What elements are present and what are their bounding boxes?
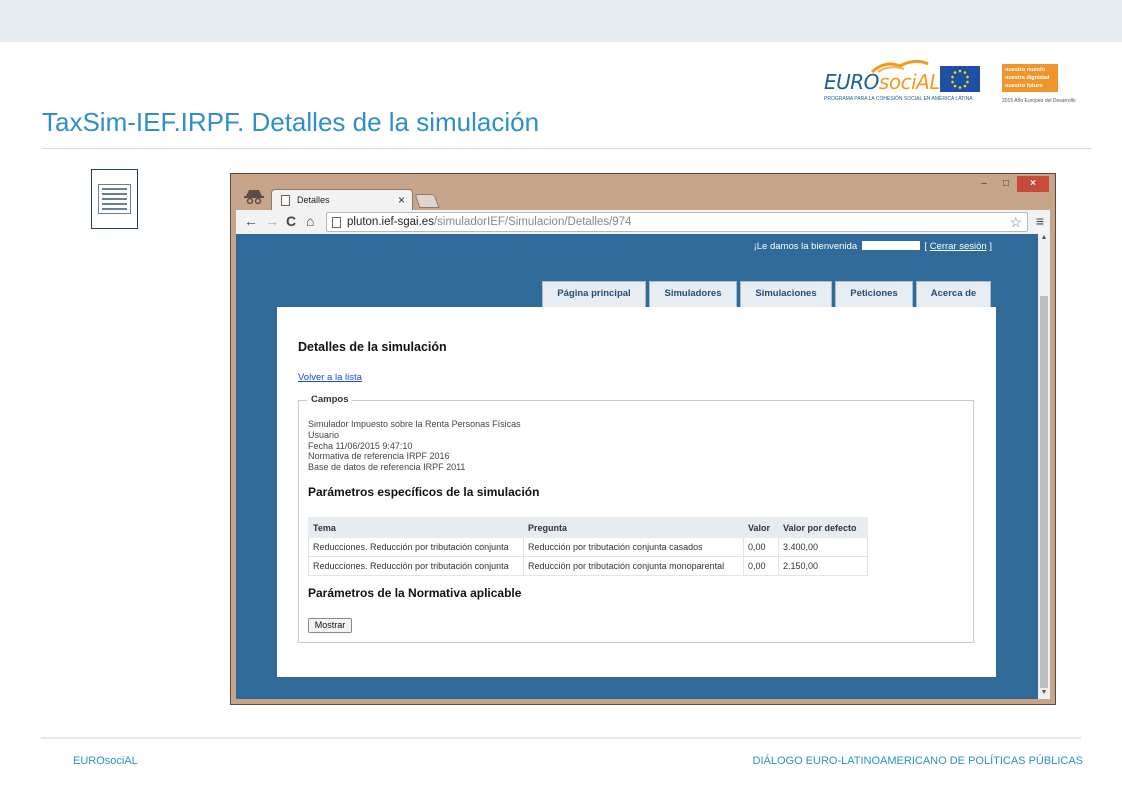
field-user: Usuario — [308, 429, 340, 440]
development-year-badge: nuestro mundo nuestra dignidad nuestro f… — [1002, 64, 1058, 92]
menu-tab-peticiones[interactable]: Peticiones — [835, 281, 913, 307]
address-bar[interactable]: pluton.ief-sgai.es/simuladorIEF/Simulaci… — [326, 212, 1028, 232]
scroll-thumb[interactable] — [1040, 296, 1048, 688]
cell-valor-defecto: 3.400,00 — [778, 537, 868, 557]
eu-flag-icon — [940, 66, 980, 92]
cell-valor: 0,00 — [743, 556, 779, 576]
new-tab-button[interactable] — [414, 194, 440, 208]
browser-toolbar: ← → C ⌂ pluton.ief-sgai.es/simuladorIEF/… — [236, 210, 1050, 234]
table-header-row: Tema Pregunta Valor Valor por defecto — [308, 517, 868, 538]
field-list: Simulador Impuesto sobre la Renta Person… — [308, 419, 521, 473]
cell-pregunta: Reducción por tributación conjunta casad… — [523, 537, 744, 557]
redacted-username — [861, 241, 920, 250]
cell-valor-defecto: 2.150,00 — [778, 556, 868, 576]
page-icon — [281, 195, 290, 206]
logo-area: EUROsociAL PROGRAMA PARA LA COHESIÓN SOC… — [820, 56, 1082, 108]
minimize-button[interactable]: – — [973, 176, 995, 192]
slide-top-bar — [0, 0, 1122, 42]
table-row: Reducciones. Reducción por tributación c… — [308, 537, 868, 557]
scroll-down-icon[interactable]: ▼ — [1038, 689, 1050, 699]
incognito-icon — [244, 190, 264, 204]
forward-arrow-icon[interactable]: → — [265, 213, 279, 229]
menu-tab-acerca-de[interactable]: Acerca de — [916, 281, 991, 307]
close-window-button[interactable]: × — [1017, 176, 1049, 192]
eurosocial-tagline: PROGRAMA PARA LA COHESIÓN SOCIAL EN AMÉR… — [824, 96, 973, 102]
cell-tema: Reducciones. Reducción por tributación c… — [308, 556, 524, 576]
badge-caption: 2015 Año Europeo del Desarrollo — [1002, 98, 1076, 104]
url-text: pluton.ief-sgai.es/simuladorIEF/Simulaci… — [347, 216, 632, 228]
eurosocial-wordmark: EUROsociAL — [824, 70, 940, 94]
menu-tab-simuladores[interactable]: Simuladores — [649, 281, 737, 307]
field-database: Base de datos de referencia IRPF 2011 — [308, 462, 466, 473]
badge-line: nuestro mundo — [1005, 67, 1046, 73]
col-valor: Valor — [743, 517, 779, 538]
site-menu: Página principal Simuladores Simulacione… — [542, 281, 991, 307]
menu-tab-pagina-principal[interactable]: Página principal — [542, 281, 646, 307]
cell-valor: 0,00 — [743, 537, 779, 557]
reload-icon[interactable]: C — [286, 213, 296, 229]
back-arrow-icon[interactable]: ← — [244, 213, 258, 229]
badge-line: nuestra dignidad — [1005, 75, 1050, 81]
params-table: Tema Pregunta Valor Valor por defecto Re… — [308, 517, 868, 576]
page-title: TaxSim-IEF.IRPF. Detalles de la simulaci… — [42, 107, 540, 137]
field-normativa: Normativa de referencia IRPF 2016 — [308, 451, 450, 462]
back-to-list-link[interactable]: Volver a la lista — [298, 372, 362, 383]
welcome-text: ¡Le damos la bienvenida — [753, 241, 858, 252]
details-panel: Detalles de la simulación Volver a la li… — [277, 307, 996, 677]
badge-line: nuestro futuro — [1005, 83, 1043, 89]
col-tema: Tema — [308, 517, 524, 538]
document-icon — [91, 169, 138, 229]
col-valor-defecto: Valor por defecto — [778, 517, 868, 538]
maximize-button[interactable]: □ — [995, 176, 1017, 192]
footer-tagline: DIÁLOGO EURO-LATINOAMERICANO DE POLÍTICA… — [752, 755, 1083, 767]
browser-window: – □ × Detalles × ← → C ⌂ pluton.ief-sgai… — [230, 173, 1056, 705]
details-heading: Detalles de la simulación — [298, 340, 447, 354]
fieldset-legend: Campos — [307, 394, 353, 405]
params-heading: Parámetros específicos de la simulación — [308, 485, 540, 499]
bookmark-star-icon[interactable]: ☆ — [1009, 214, 1022, 231]
fields-fieldset: Campos Simulador Impuesto sobre la Renta… — [298, 394, 974, 643]
tab-title: Detalles — [297, 195, 330, 205]
bracket: ] — [989, 241, 992, 252]
cell-tema: Reducciones. Reducción por tributación c… — [308, 537, 524, 557]
footer-divider — [41, 737, 1081, 739]
window-controls: – □ × — [973, 176, 1049, 192]
eurosocial-logo: EUROsociAL PROGRAMA PARA LA COHESIÓN SOC… — [820, 56, 980, 108]
page-viewport: ¡Le damos la bienvenida [ Cerrar sesión … — [236, 234, 1050, 699]
page-icon — [332, 217, 341, 228]
normativa-heading: Parámetros de la Normativa aplicable — [308, 586, 522, 600]
scroll-up-icon[interactable]: ▲ — [1038, 234, 1050, 244]
col-pregunta: Pregunta — [523, 517, 744, 538]
browser-menu-icon[interactable]: ≡ — [1036, 213, 1044, 229]
menu-tab-simulaciones[interactable]: Simulaciones — [740, 281, 832, 307]
browser-tab[interactable]: Detalles × — [271, 189, 413, 211]
field-simulator: Simulador Impuesto sobre la Renta Person… — [308, 419, 521, 429]
cell-pregunta: Reducción por tributación conjunta monop… — [523, 556, 744, 576]
vertical-scrollbar[interactable]: ▲ ▼ — [1038, 234, 1050, 699]
table-row: Reducciones. Reducción por tributación c… — [308, 556, 868, 576]
home-icon[interactable]: ⌂ — [306, 213, 314, 229]
footer-brand: EUROsociAL — [73, 755, 138, 767]
title-divider — [42, 148, 1092, 149]
welcome-bar: ¡Le damos la bienvenida [ Cerrar sesión … — [754, 241, 992, 252]
logout-link[interactable]: Cerrar sesión — [930, 241, 987, 252]
bracket: [ — [924, 241, 928, 252]
field-date: Fecha 11/06/2015 9:47:10 — [308, 440, 413, 451]
close-tab-icon[interactable]: × — [398, 193, 405, 207]
show-button[interactable]: Mostrar — [308, 618, 352, 633]
